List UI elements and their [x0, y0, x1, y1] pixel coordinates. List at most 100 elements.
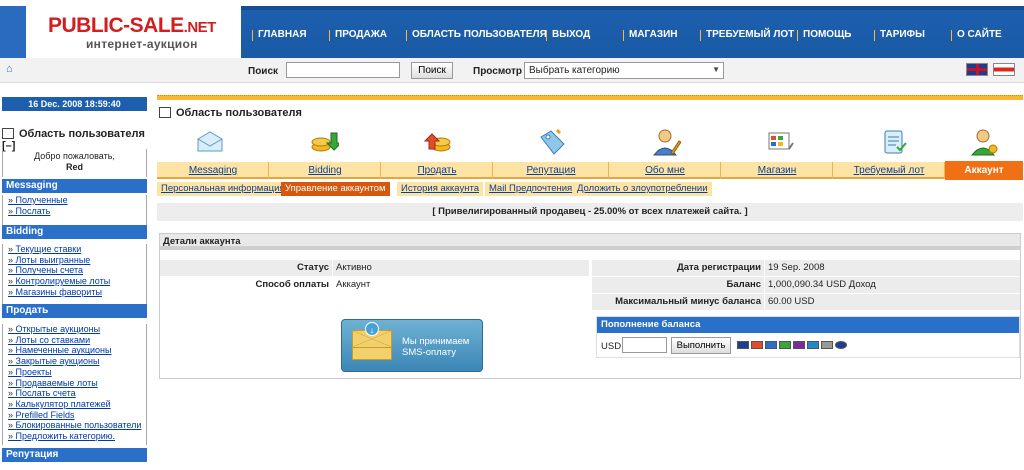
- main-content: Область пользователя Messaging Bidding П…: [157, 83, 1023, 470]
- jcb-icon: [779, 341, 791, 349]
- wanted-list-icon[interactable]: [879, 127, 909, 157]
- sidebar-link-lots-with-bids[interactable]: Лоты со ставками: [8, 335, 146, 346]
- balance-row: Баланс: [592, 277, 764, 293]
- sidebar-link-watched-lots[interactable]: Контролируемые лоты: [8, 276, 146, 287]
- user-edit-icon[interactable]: [651, 127, 681, 157]
- top-divider: [157, 95, 1023, 100]
- balance-value: 1,000,090.34 USD Доход: [765, 277, 1020, 293]
- reg-date-label: Дата регистрации: [676, 262, 761, 273]
- sidebar-link-scheduled[interactable]: Намеченные аукционы: [8, 345, 146, 356]
- sms-payment-banner[interactable]: ↓ Мы принимаем SMS-оплату: [341, 319, 483, 372]
- status-row: Статус: [160, 260, 332, 276]
- nav-home[interactable]: ГЛАВНАЯ: [252, 29, 307, 41]
- welcome-box: Добро пожаловать, Red: [2, 149, 147, 177]
- nav-tariffs[interactable]: ТАРИФЫ: [874, 29, 925, 41]
- welcome-text: Добро пожаловать,: [34, 151, 115, 161]
- sidebar-link-prefilled-fields[interactable]: Prefilled Fields: [8, 410, 146, 421]
- nav-help[interactable]: ПОМОЩЬ: [796, 29, 851, 41]
- sidebar-section-bidding: Bidding: [2, 225, 147, 239]
- payment-label: Способ оплаты: [255, 279, 330, 290]
- search-button[interactable]: Поиск: [411, 62, 453, 79]
- sidebar-link-blocked-users[interactable]: Блокированные пользователи: [8, 420, 146, 431]
- envelope-icon[interactable]: [195, 127, 225, 157]
- sidebar-bidding-links: Текущие ставки Лоты выигранные Получены …: [2, 244, 147, 304]
- chevron-down-icon: ▼: [712, 65, 720, 74]
- tab-store[interactable]: Магазин: [721, 162, 833, 179]
- page-title: Область пользователя: [159, 107, 302, 119]
- search-input[interactable]: [286, 62, 400, 78]
- coins-down-icon[interactable]: [309, 127, 339, 157]
- balance-label: Баланс: [726, 279, 761, 290]
- coins-up-icon[interactable]: [423, 127, 453, 157]
- tab-sell[interactable]: Продать: [381, 162, 493, 179]
- search-bar: ⌂ Поиск Поиск Просмотр Выбрать категорию…: [0, 58, 1024, 83]
- account-user-icon[interactable]: [969, 127, 999, 157]
- subtab-account-manage[interactable]: Управление аккаунтом: [281, 182, 390, 196]
- status-value: Активно: [333, 260, 589, 276]
- header: PUBLIC-SALE.NET интернет-аукцион ГЛАВНАЯ…: [0, 0, 1024, 58]
- sidebar-link-send-invoices[interactable]: Послать счета: [8, 388, 146, 399]
- tab-wanted-lot[interactable]: Требуемый лот: [833, 162, 945, 179]
- date-time: 16 Dec. 2008 18:59:40: [2, 97, 147, 111]
- seller-notice: [ Привелигированный продавец - 25.00% от…: [157, 203, 1023, 221]
- logo[interactable]: PUBLIC-SALE.NET интернет-аукцион: [0, 6, 241, 58]
- panel-icon: [159, 107, 171, 118]
- sidebar-link-fee-calculator[interactable]: Калькулятор платежей: [8, 399, 146, 410]
- tab-about-me[interactable]: Обо мне: [609, 162, 721, 179]
- subtab-account-history[interactable]: История аккаунта: [397, 182, 483, 196]
- amex-icon: [807, 341, 819, 349]
- sms-line-1: Мы принимаем: [402, 336, 470, 347]
- shop-cart-icon[interactable]: [765, 127, 795, 157]
- nav-wanted-lot[interactable]: ТРЕБУЕМЫЙ ЛОТ: [699, 29, 794, 41]
- russian-flag-icon[interactable]: [993, 63, 1015, 76]
- sidebar: 16 Dec. 2008 18:59:40 Область пользовате…: [0, 83, 150, 470]
- subtab-personal-info[interactable]: Персональная информация: [157, 182, 289, 196]
- tag-icon[interactable]: [537, 127, 567, 157]
- sidebar-sell-links: Открытые аукционы Лоты со ставками Намеч…: [2, 324, 147, 445]
- category-select[interactable]: Выбрать категорию ▼: [524, 62, 724, 79]
- sidebar-link-open-auctions[interactable]: Открытые аукционы: [8, 324, 146, 335]
- reg-date-row: Дата регистрации: [592, 260, 764, 276]
- account-details-panel: Детали аккаунта Статус Активно Способ оп…: [159, 233, 1021, 379]
- nav-sell[interactable]: ПРОДАЖА: [329, 29, 387, 41]
- english-flag-icon[interactable]: [966, 63, 988, 76]
- diners-icon: [793, 341, 805, 349]
- sidebar-link-invoices[interactable]: Получены счета: [8, 265, 146, 276]
- payment-row: Способ оплаты: [160, 277, 332, 293]
- panel-icon: [2, 128, 14, 139]
- sidebar-link-current-bids[interactable]: Текущие ставки: [8, 244, 146, 255]
- maestro-icon: [765, 341, 777, 349]
- sidebar-link-fav-stores[interactable]: Магазины фавориты: [8, 287, 146, 298]
- subtab-report-abuse[interactable]: Доложить о злоупотреблении: [573, 182, 712, 196]
- tab-messaging[interactable]: Messaging: [157, 162, 269, 179]
- page-title-text: Область пользователя: [176, 107, 302, 119]
- card-icon: [821, 341, 833, 349]
- home-icon[interactable]: ⌂: [6, 63, 18, 75]
- tab-reputation[interactable]: Репутация: [493, 162, 609, 179]
- nav-logout[interactable]: ВЫХОД: [545, 29, 590, 41]
- discover-icon: [835, 341, 847, 349]
- sidebar-link-drafts[interactable]: Проекты: [8, 367, 146, 378]
- sidebar-link-closed-auctions[interactable]: Закрытые аукционы: [8, 356, 146, 367]
- nav-about[interactable]: О САЙТЕ: [951, 29, 1002, 41]
- topup-amount-input[interactable]: [622, 337, 667, 353]
- sidebar-link-suggest-category[interactable]: Предложить категорию.: [8, 431, 146, 442]
- nav-user-area[interactable]: ОБЛАСТЬ ПОЛЬЗОВАТЕЛЯ: [406, 29, 547, 41]
- sidebar-section-messaging: Messaging: [2, 179, 147, 193]
- tab-bar: Messaging Bidding Продать Репутация Обо …: [157, 161, 1023, 180]
- sidebar-link-send[interactable]: Послать: [8, 206, 146, 217]
- topup-submit-button[interactable]: Выполнить: [671, 337, 731, 354]
- nav-store[interactable]: МАГАЗИН: [623, 29, 678, 41]
- sidebar-link-received[interactable]: Полученные: [8, 195, 146, 206]
- sidebar-link-won-lots[interactable]: Лоты выигранные: [8, 255, 146, 266]
- search-label: Поиск: [248, 66, 279, 77]
- account-details-title: Детали аккаунта: [160, 234, 1020, 250]
- mastercard-icon: [751, 341, 763, 349]
- payment-value: Аккаунт: [336, 279, 371, 290]
- tab-icons-row: [157, 125, 1023, 163]
- tab-bidding[interactable]: Bidding: [269, 162, 381, 179]
- sidebar-link-selling-lots[interactable]: Продаваемые лоты: [8, 378, 146, 389]
- subtab-mail-prefs[interactable]: Mail Предпочтения: [485, 182, 577, 196]
- logo-brand: PUBLIC-SALE: [48, 14, 184, 37]
- tab-account[interactable]: Аккаунт: [945, 161, 1023, 180]
